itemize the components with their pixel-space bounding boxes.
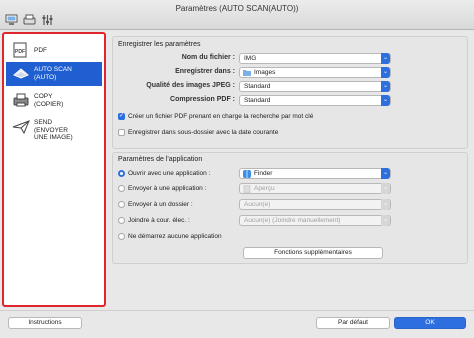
chevron-down-icon: ⌄ <box>381 183 390 194</box>
folder-icon <box>243 69 251 79</box>
attach-email-radio[interactable] <box>118 217 125 224</box>
chevron-down-icon: ⌄ <box>381 215 390 226</box>
jpeg-quality-value: Standard <box>244 83 271 90</box>
send-to-folder-radio[interactable] <box>118 201 125 208</box>
file-name-label: Nom du fichier : <box>181 54 235 61</box>
send-to-app-label: Envoyer à une application : <box>128 185 207 192</box>
pdf-compression-label: Compression PDF : <box>170 96 235 103</box>
save-in-select[interactable]: Images ⌄ <box>239 67 391 78</box>
defaults-button[interactable]: Par défaut <box>316 317 390 329</box>
save-in-label: Enregistrer dans : <box>175 68 235 75</box>
sidebar-item-label: PDF <box>34 47 47 54</box>
sidebar-item-copy[interactable]: COPY (COPIER) <box>6 89 102 113</box>
window-title: Paramètres (AUTO SCAN(AUTO)) <box>175 4 299 13</box>
pdf-compression-value: Standard <box>244 97 271 104</box>
keyword-pdf-checkbox[interactable]: ✓ <box>118 113 125 120</box>
send-to-app-select[interactable]: Aperçu ⌄ <box>239 183 391 194</box>
send-to-app-radio[interactable] <box>118 185 125 192</box>
sidebar-item-label: SEND (ENVOYER UNE IMAGE) <box>34 119 73 141</box>
open-with-label: Ouvrir avec une application : <box>128 170 211 177</box>
app-settings-panel: Paramètres de l'application Ouvrir avec … <box>112 152 468 264</box>
save-settings-title: Enregistrer les paramètres <box>118 41 201 48</box>
app-settings-title: Paramètres de l'application <box>118 156 203 163</box>
chevron-down-icon: ⌄ <box>381 168 390 179</box>
chevron-down-icon: ⌄ <box>381 199 390 210</box>
scan-mode-sidebar: PDF PDF AUTO SCAN (AUTO) COPY (COPIER) S… <box>2 32 106 307</box>
chevron-down-icon: ⌄ <box>381 95 390 106</box>
copy-icon <box>12 92 30 110</box>
pdf-icon: PDF <box>12 42 28 60</box>
attach-email-label: Joindre à cour. élec. : <box>128 217 190 224</box>
send-icon <box>12 119 30 137</box>
send-to-folder-select[interactable]: Aucun(e) ⌄ <box>239 199 391 210</box>
subfolder-checkbox[interactable] <box>118 129 125 136</box>
preview-icon <box>243 184 251 196</box>
keyword-pdf-label: Créer un fichier PDF prenant en charge l… <box>128 113 314 120</box>
subfolder-label: Enregistrer dans sous-dossier avec la da… <box>128 129 279 136</box>
scan-from-panel-icon[interactable] <box>22 12 36 28</box>
open-with-select[interactable]: Finder ⌄ <box>239 168 391 179</box>
save-in-value: Images <box>254 69 276 76</box>
instructions-button[interactable]: Instructions <box>8 317 82 329</box>
open-with-radio[interactable] <box>118 170 125 177</box>
sidebar-item-pdf[interactable]: PDF PDF <box>6 39 102 61</box>
title-bar: Paramètres (AUTO SCAN(AUTO)) <box>0 0 474 30</box>
scan-from-computer-icon[interactable] <box>4 12 18 28</box>
sidebar-item-label: COPY (COPIER) <box>34 93 64 108</box>
send-to-app-value: Aperçu <box>254 185 275 192</box>
sidebar-item-label: AUTO SCAN (AUTO) <box>34 66 72 81</box>
footer-divider <box>0 310 474 311</box>
general-settings-icon[interactable] <box>40 12 54 28</box>
chevron-down-icon: ⌄ <box>381 67 390 78</box>
attach-email-select[interactable]: Aucun(e) (Joindre manuellement) ⌄ <box>239 215 391 226</box>
file-name-value: IMG <box>244 55 257 62</box>
attach-email-value: Aucun(e) (Joindre manuellement) <box>244 217 341 224</box>
file-name-field[interactable]: IMG ⌄ <box>239 53 391 64</box>
more-functions-button[interactable]: Fonctions supplémentaires <box>243 247 383 259</box>
pdf-compression-select[interactable]: Standard ⌄ <box>239 95 391 106</box>
no-app-label: Ne démarrez aucune application <box>128 233 222 240</box>
chevron-down-icon: ⌄ <box>381 53 390 64</box>
auto-scan-icon <box>12 65 30 83</box>
jpeg-quality-select[interactable]: Standard ⌄ <box>239 81 391 92</box>
jpeg-quality-label: Qualité des images JPEG : <box>146 82 235 89</box>
save-settings-panel: Enregistrer les paramètres Nom du fichie… <box>112 36 468 149</box>
open-with-value: Finder <box>254 170 273 177</box>
svg-text:PDF: PDF <box>15 49 25 55</box>
chevron-down-icon: ⌄ <box>381 81 390 92</box>
sidebar-item-auto-scan[interactable]: AUTO SCAN (AUTO) <box>6 62 102 86</box>
sidebar-item-send[interactable]: SEND (ENVOYER UNE IMAGE) <box>6 116 102 146</box>
ok-button[interactable]: OK <box>394 317 466 329</box>
send-to-folder-value: Aucun(e) <box>244 201 271 208</box>
no-app-radio[interactable] <box>118 233 125 240</box>
send-to-folder-label: Envoyer à un dossier : <box>128 201 193 208</box>
finder-icon <box>243 170 251 181</box>
settings-main: Enregistrer les paramètres Nom du fichie… <box>110 32 472 307</box>
